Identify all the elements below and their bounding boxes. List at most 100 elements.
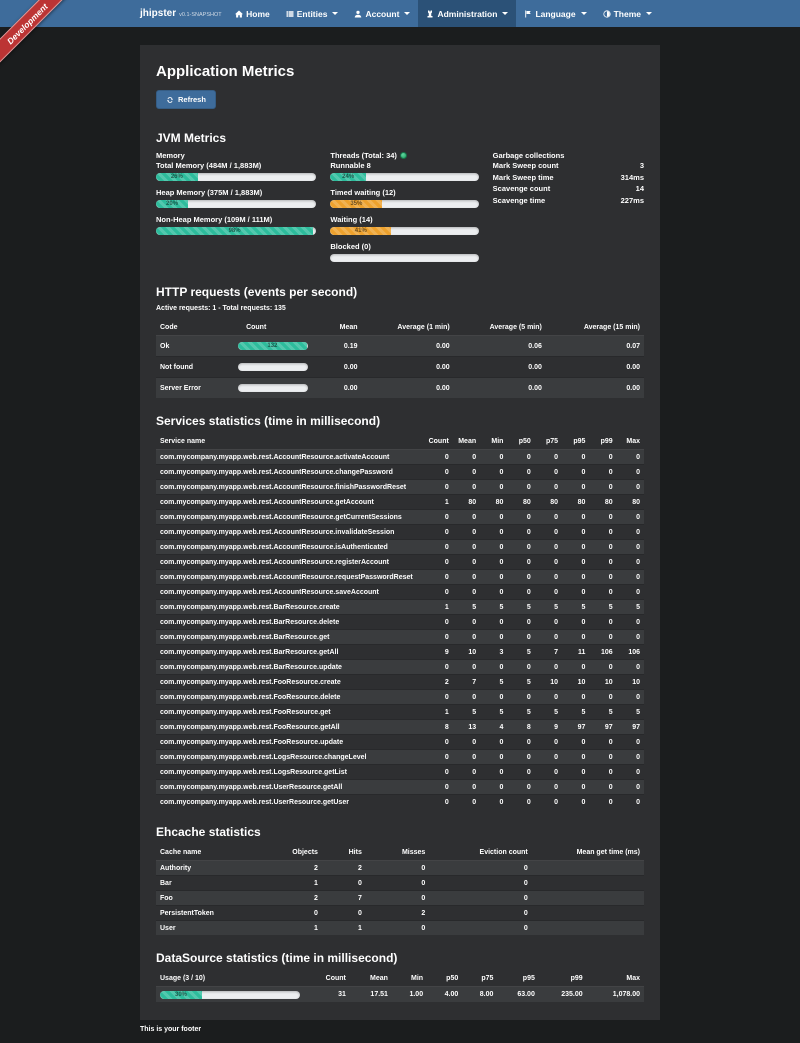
table-row: com.mycompany.myapp.web.rest.UserResourc… xyxy=(156,795,644,810)
value-cell: 0 xyxy=(453,525,480,540)
row-name-cell: com.mycompany.myapp.web.rest.AccountReso… xyxy=(156,540,425,555)
http-avg1-cell: 0.00 xyxy=(362,336,454,357)
value-cell: 0 xyxy=(425,690,453,705)
metric-label: Non-Heap Memory (109M / 111M) xyxy=(156,215,316,224)
value-cell: 2 xyxy=(268,861,322,876)
metric-label: Waiting (14) xyxy=(330,215,478,224)
value-cell: 0 xyxy=(429,906,531,921)
value-cell: 0 xyxy=(480,630,507,645)
nav-item-home[interactable]: Home xyxy=(227,0,278,27)
value-cell: 5 xyxy=(617,600,644,615)
gc-value: 3 xyxy=(640,161,644,170)
gc-label: Scavenge time xyxy=(493,196,546,205)
table-row: PersistentToken0020 xyxy=(156,906,644,921)
value-cell: 1.00 xyxy=(392,987,427,1003)
memory-bars: Total Memory (484M / 1,883M)26%Heap Memo… xyxy=(156,161,316,235)
value-cell: 0 xyxy=(562,765,589,780)
value-cell: 7 xyxy=(453,675,480,690)
value-cell: 0 xyxy=(507,480,534,495)
nav-item-label: Theme xyxy=(614,9,641,19)
value-cell: 0 xyxy=(535,795,562,810)
column-header: p50 xyxy=(507,434,534,450)
value-cell: 0 xyxy=(535,570,562,585)
nav-item-label: Entities xyxy=(297,9,328,19)
value-cell: 0 xyxy=(322,906,366,921)
row-name-cell: com.mycompany.myapp.web.rest.AccountReso… xyxy=(156,510,425,525)
value-cell: 0 xyxy=(480,690,507,705)
value-cell: 106 xyxy=(589,645,616,660)
refresh-button[interactable]: Refresh xyxy=(156,90,216,109)
value-cell: 5 xyxy=(480,675,507,690)
value-cell xyxy=(532,906,644,921)
progress-track xyxy=(238,384,308,392)
nav-item-entities[interactable]: Entities xyxy=(278,0,347,27)
brand-link[interactable]: jhipster v0.1-SNAPSHOT xyxy=(140,8,222,19)
nav-item-account[interactable]: Account xyxy=(346,0,418,27)
value-cell: 0 xyxy=(453,615,480,630)
value-cell: 0 xyxy=(617,750,644,765)
value-cell: 0 xyxy=(480,615,507,630)
value-cell: 5 xyxy=(562,705,589,720)
metric: Timed waiting (12)35% xyxy=(330,188,478,208)
value-cell: 5 xyxy=(507,675,534,690)
nav-item-language[interactable]: Language xyxy=(516,0,594,27)
value-cell: 0 xyxy=(535,450,562,465)
value-cell: 1 xyxy=(322,921,366,936)
value-cell: 0 xyxy=(589,465,616,480)
value-cell: 0 xyxy=(562,660,589,675)
value-cell: 0 xyxy=(507,555,534,570)
value-cell: 0 xyxy=(425,510,453,525)
progress-fill: 20% xyxy=(156,200,188,208)
column-header: Hits xyxy=(322,845,366,861)
row-name-cell: com.mycompany.myapp.web.rest.AccountReso… xyxy=(156,525,425,540)
value-cell: 0 xyxy=(425,540,453,555)
row-name-cell: com.mycompany.myapp.web.rest.AccountReso… xyxy=(156,450,425,465)
value-cell: 7 xyxy=(535,645,562,660)
value-cell: 0 xyxy=(507,765,534,780)
column-header: Count xyxy=(304,971,350,987)
value-cell: 0 xyxy=(589,450,616,465)
table-row: com.mycompany.myapp.web.rest.BarResource… xyxy=(156,645,644,660)
table-row: com.mycompany.myapp.web.rest.AccountReso… xyxy=(156,495,644,510)
value-cell: 9 xyxy=(535,720,562,735)
value-cell: 0 xyxy=(562,555,589,570)
value-cell: 10 xyxy=(589,675,616,690)
value-cell: 0 xyxy=(562,540,589,555)
value-cell: 0 xyxy=(535,690,562,705)
table-row: Bar1000 xyxy=(156,876,644,891)
column-header: Count xyxy=(425,434,453,450)
value-cell: 0 xyxy=(507,750,534,765)
administration-icon xyxy=(426,10,434,18)
http-avg15-cell: 0.00 xyxy=(546,378,644,399)
nav-item-theme[interactable]: Theme xyxy=(595,0,660,27)
http-heading: HTTP requests (events per second) xyxy=(156,285,644,299)
table-row: com.mycompany.myapp.web.rest.AccountReso… xyxy=(156,585,644,600)
value-cell: 0 xyxy=(562,570,589,585)
nav-item-administration[interactable]: Administration xyxy=(418,0,516,27)
column-header: Min xyxy=(480,434,507,450)
value-cell: 0 xyxy=(429,876,531,891)
value-cell: 0 xyxy=(562,735,589,750)
gc-label: Scavenge count xyxy=(493,184,551,193)
value-cell: 80 xyxy=(507,495,534,510)
http-avg15-cell: 0.00 xyxy=(546,357,644,378)
value-cell: 0 xyxy=(429,921,531,936)
value-cell: 0 xyxy=(507,780,534,795)
value-cell: 0 xyxy=(453,570,480,585)
value-cell: 0 xyxy=(507,690,534,705)
value-cell: 0 xyxy=(480,525,507,540)
value-cell: 0 xyxy=(589,750,616,765)
gc-column: Garbage collections Mark Sweep count3Mar… xyxy=(493,151,644,269)
progress-fill: 35% xyxy=(330,200,382,208)
value-cell: 0 xyxy=(562,630,589,645)
value-cell: 0 xyxy=(562,480,589,495)
services-table-header: Service nameCountMeanMinp50p75p95p99Max xyxy=(156,434,644,450)
table-row: com.mycompany.myapp.web.rest.AccountReso… xyxy=(156,540,644,555)
column-header: p95 xyxy=(497,971,538,987)
value-cell: 31 xyxy=(304,987,350,1003)
metric-label: Runnable 8 xyxy=(330,161,478,170)
value-cell: 0 xyxy=(507,450,534,465)
table-row: com.mycompany.myapp.web.rest.AccountReso… xyxy=(156,465,644,480)
metric: Heap Memory (375M / 1,883M)20% xyxy=(156,188,316,208)
table-row: com.mycompany.myapp.web.rest.BarResource… xyxy=(156,660,644,675)
